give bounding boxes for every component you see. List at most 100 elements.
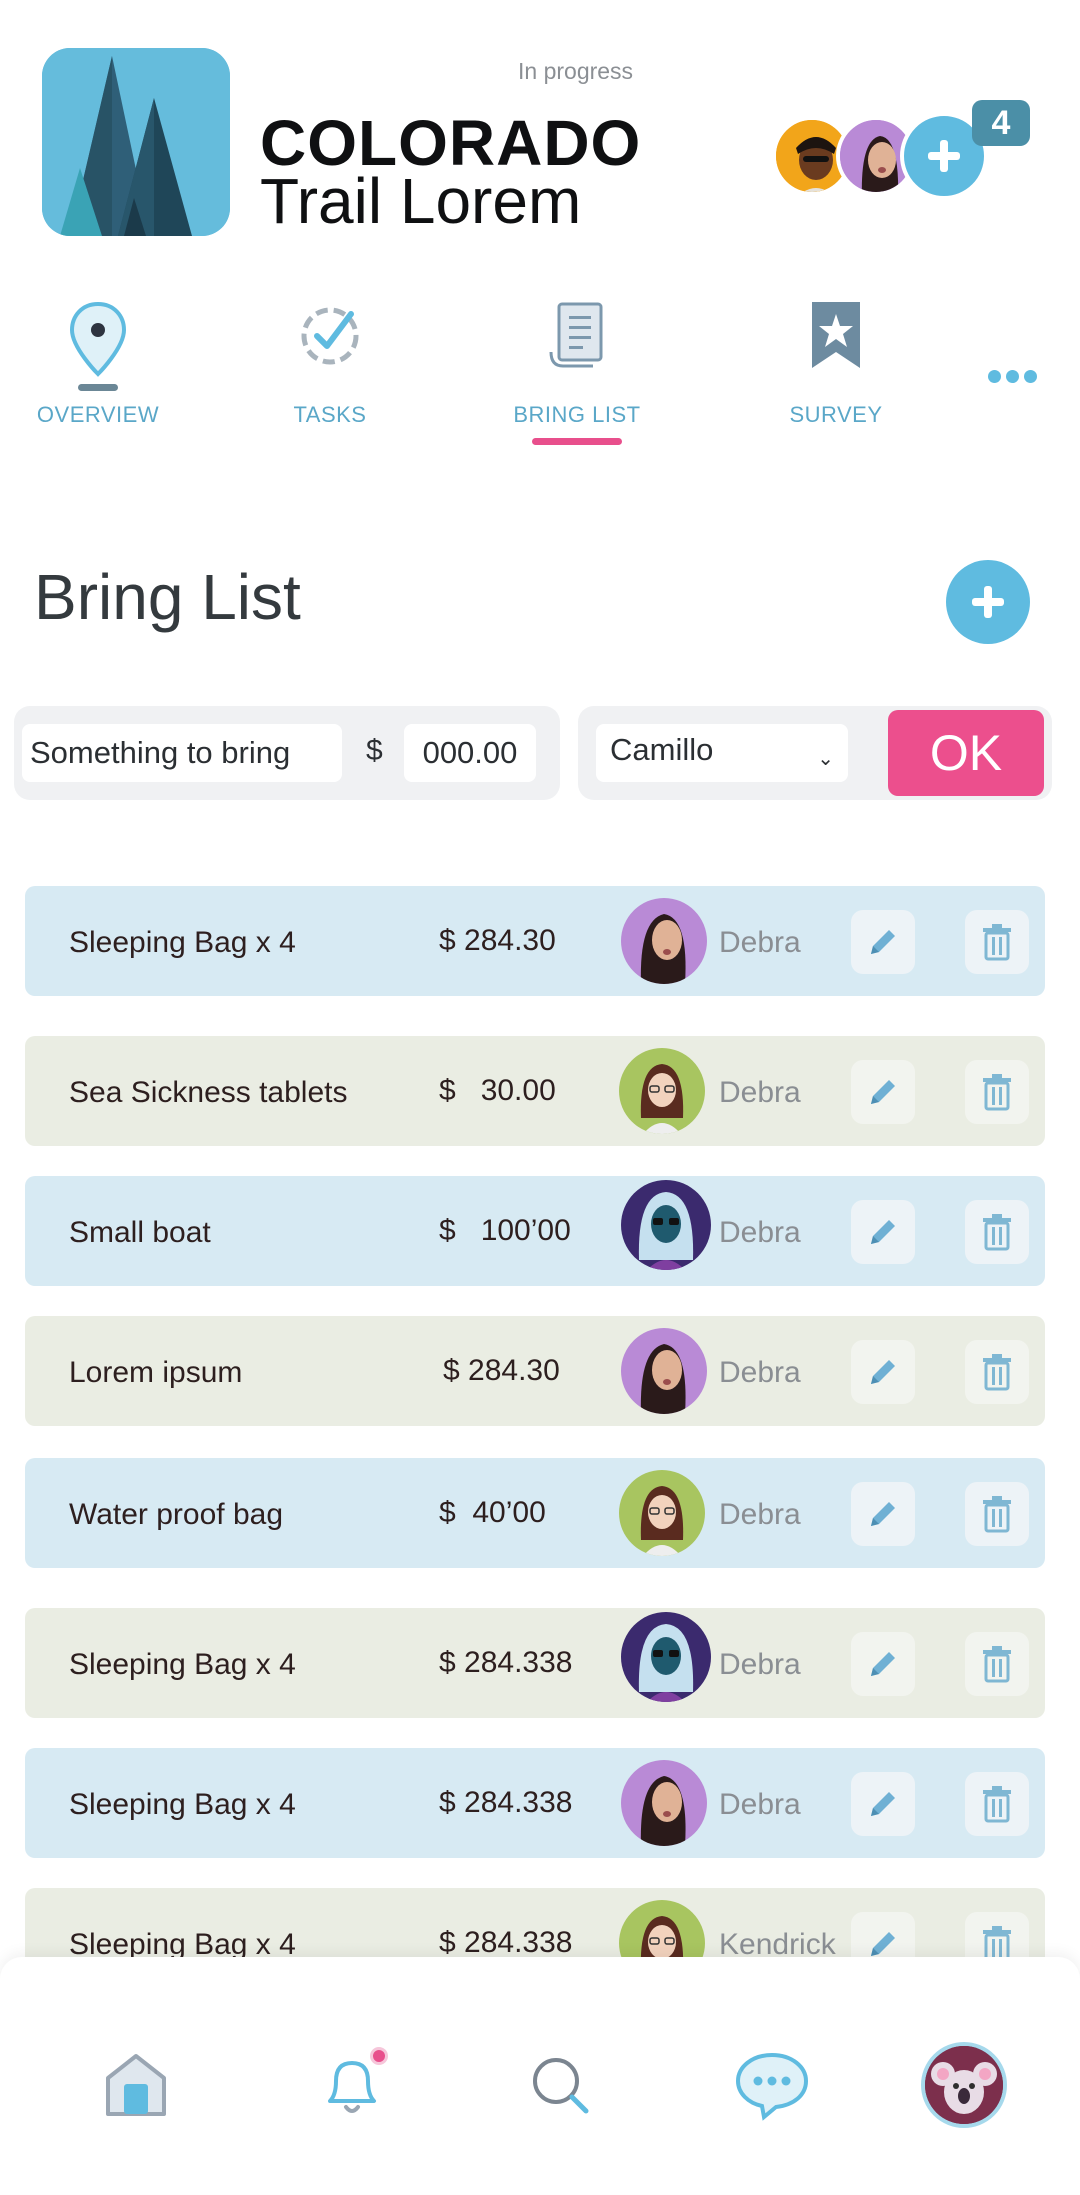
person-select-value: Camillo <box>610 732 714 767</box>
chevron-down-icon: ⌄ <box>817 748 834 770</box>
item-price: $ 284.338 <box>439 1926 573 1959</box>
nav-home[interactable] <box>86 2035 186 2135</box>
delete-button[interactable] <box>965 1632 1029 1696</box>
search-icon <box>533 2058 589 2114</box>
tab-label: OVERVIEW <box>36 402 160 427</box>
tab-tasks[interactable]: TASKS <box>268 290 392 460</box>
delete-button[interactable] <box>965 1200 1029 1264</box>
nav-notifications[interactable] <box>302 2035 402 2135</box>
more-options-icon[interactable] <box>988 370 1037 383</box>
pencil-icon <box>871 1080 895 1104</box>
item-price: $ 40’00 <box>439 1496 546 1529</box>
list-item[interactable]: Sleeping Bag x 4 $ 284.338 Debra <box>25 1748 1045 1858</box>
check-circle-icon <box>285 290 375 400</box>
trash-icon <box>983 1074 1011 1111</box>
project-thumbnail[interactable] <box>42 48 230 236</box>
tab-bar: OVERVIEW TASKS BRING LIST SURVEY <box>0 290 1080 470</box>
tab-bring-list[interactable]: BRING LIST <box>502 290 652 460</box>
trash-icon <box>983 924 1011 961</box>
pencil-icon <box>871 1652 895 1676</box>
assigned-person: Debra <box>719 1648 801 1681</box>
item-price: $ 284.30 <box>439 924 556 957</box>
delete-button[interactable] <box>965 1340 1029 1404</box>
document-list-icon <box>532 290 622 400</box>
star-bookmark-icon <box>791 290 881 400</box>
plus-icon <box>928 140 960 172</box>
list-item[interactable]: Sleeping Bag x 4 $ 284.30 Debra <box>25 886 1045 996</box>
member-avatars[interactable] <box>772 112 992 202</box>
home-icon <box>106 2054 166 2116</box>
trash-icon <box>983 1214 1011 1251</box>
trash-icon <box>983 1496 1011 1533</box>
assigned-person: Debra <box>719 1788 801 1821</box>
pencil-icon <box>871 930 895 954</box>
tab-overview[interactable]: OVERVIEW <box>36 290 160 460</box>
delete-button[interactable] <box>965 1772 1029 1836</box>
item-price: $ 284.30 <box>443 1354 560 1387</box>
delete-button[interactable] <box>965 910 1029 974</box>
list-item[interactable]: Sleeping Bag x 4 $ 284.338 Debra <box>25 1608 1045 1718</box>
delete-button[interactable] <box>965 1060 1029 1124</box>
item-name: Small boat <box>69 1216 211 1249</box>
add-item-button[interactable] <box>946 560 1030 644</box>
koala-avatar-icon <box>921 2042 1007 2128</box>
project-status: In progress <box>518 58 634 84</box>
trash-icon <box>983 1786 1011 1823</box>
edit-button[interactable] <box>851 1632 915 1696</box>
chat-icon <box>735 2052 809 2121</box>
person-select[interactable]: Camillo ⌄ <box>596 724 848 782</box>
nav-profile[interactable] <box>914 2035 1014 2135</box>
assigned-person: Debra <box>719 1216 801 1249</box>
edit-button[interactable] <box>851 1200 915 1264</box>
section-title: Bring List <box>34 561 301 633</box>
pencil-icon <box>871 1360 895 1384</box>
trash-icon <box>983 1354 1011 1391</box>
list-item[interactable]: Lorem ipsum $ 284.30 Debra <box>25 1316 1045 1426</box>
ok-button[interactable]: OK <box>888 710 1044 796</box>
edit-button[interactable] <box>851 1060 915 1124</box>
pencil-icon <box>871 1502 895 1526</box>
item-price: $ 30.00 <box>439 1074 556 1107</box>
avatar <box>619 1470 705 1556</box>
edit-button[interactable] <box>851 1772 915 1836</box>
project-header: In progress COLORADO Trail Lorem 4 <box>0 0 1080 270</box>
app-screen: In progress COLORADO Trail Lorem 4 OVERV… <box>0 0 1080 2195</box>
item-name: Sleeping Bag x 4 <box>69 1788 296 1821</box>
trash-icon <box>983 1646 1011 1683</box>
edit-button[interactable] <box>851 1340 915 1404</box>
tab-label: TASKS <box>293 402 367 427</box>
item-name: Sleeping Bag x 4 <box>69 926 296 959</box>
avatar <box>619 1048 705 1134</box>
nav-search[interactable] <box>510 2035 610 2135</box>
assigned-person: Debra <box>719 926 801 959</box>
item-price: $ 100’00 <box>439 1214 571 1247</box>
assign-form: Camillo ⌄ OK <box>578 706 1052 800</box>
tab-label: SURVEY <box>789 402 883 427</box>
edit-button[interactable] <box>851 1482 915 1546</box>
avatar <box>621 1612 711 1702</box>
list-item[interactable]: Water proof bag $ 40’00 Debra <box>25 1458 1045 1568</box>
item-name-input[interactable] <box>22 724 342 782</box>
currency-label: $ <box>366 734 383 767</box>
tab-survey[interactable]: SURVEY <box>774 290 898 460</box>
active-tab-indicator <box>532 438 622 445</box>
assigned-person: Debra <box>719 1076 801 1109</box>
item-name: Water proof bag <box>69 1498 283 1531</box>
avatar <box>621 1180 711 1270</box>
item-price: $ 284.338 <box>439 1646 573 1679</box>
list-item[interactable]: Sea Sickness tablets $ 30.00 Debra <box>25 1036 1045 1146</box>
avatar <box>621 1328 707 1414</box>
item-name: Lorem ipsum <box>69 1356 243 1389</box>
assigned-person: Debra <box>719 1498 801 1531</box>
project-title-line2: Trail Lorem <box>260 165 582 237</box>
map-pin-icon <box>53 290 143 400</box>
item-price: $ 284.338 <box>439 1786 573 1819</box>
item-price-input[interactable] <box>404 724 536 782</box>
list-item[interactable]: Small boat $ 100’00 Debra <box>25 1176 1045 1286</box>
avatar <box>621 898 707 984</box>
nav-messages[interactable] <box>722 2035 822 2135</box>
edit-button[interactable] <box>851 910 915 974</box>
tab-label: BRING LIST <box>513 402 641 427</box>
delete-button[interactable] <box>965 1482 1029 1546</box>
pencil-icon <box>871 1220 895 1244</box>
